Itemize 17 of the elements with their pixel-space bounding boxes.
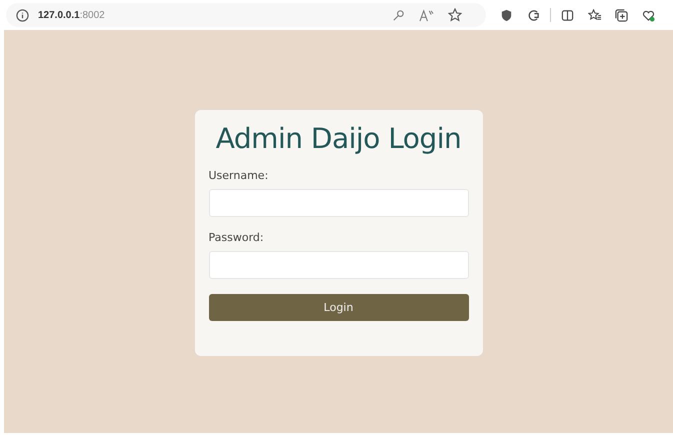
url-host: 127.0.0.1 (38, 10, 80, 20)
collections-icon[interactable] (615, 8, 628, 22)
read-aloud-icon[interactable] (419, 8, 434, 22)
form-title: Admin Daijo Login (214, 122, 462, 155)
field-label: Username: (208, 169, 268, 182)
heart-icon[interactable] (642, 8, 655, 22)
login-button[interactable]: Login (208, 294, 468, 321)
shield-icon[interactable] (500, 8, 513, 22)
field-label: Password: (208, 231, 264, 244)
star-icon[interactable] (448, 8, 462, 22)
input-field[interactable] (208, 251, 468, 279)
input-field[interactable] (208, 189, 468, 217)
split-screen-icon[interactable] (561, 8, 574, 22)
favorites-icon[interactable] (588, 8, 601, 22)
url-port: :8002 (80, 10, 105, 20)
address-bar[interactable]: 127.0.0.1:8002 (6, 3, 486, 27)
info-icon[interactable] (16, 8, 29, 22)
